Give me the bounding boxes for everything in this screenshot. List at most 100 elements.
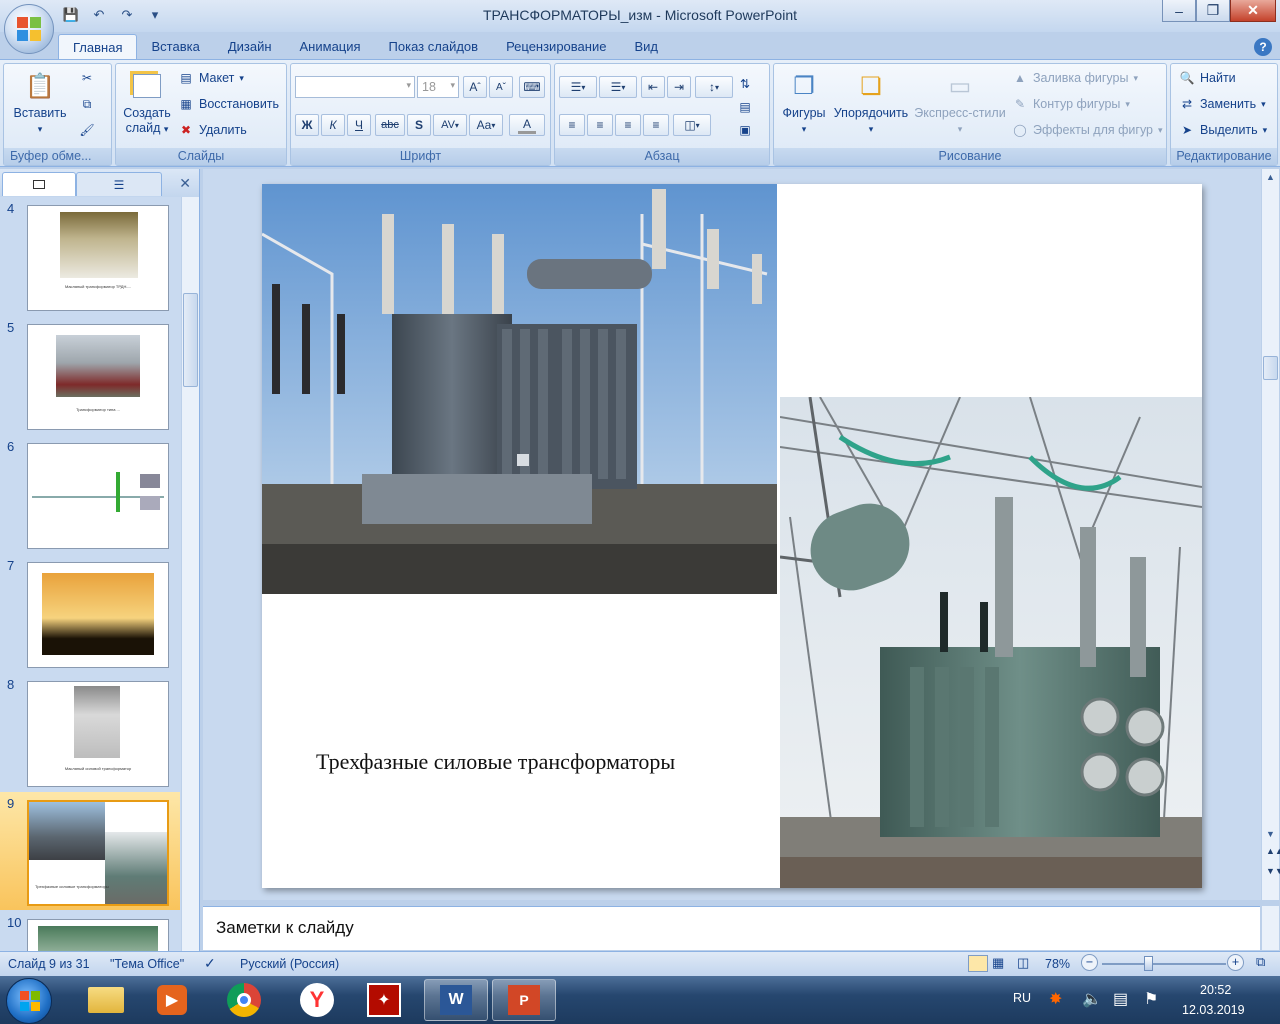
editor-scroll-thumb[interactable] — [1263, 356, 1278, 380]
word-taskbar-button[interactable]: W — [424, 979, 488, 1021]
bold-button[interactable]: Ж — [295, 114, 319, 136]
notes-scrollbar[interactable] — [1261, 906, 1279, 950]
shadow-button[interactable]: S — [407, 114, 431, 136]
prev-slide-icon[interactable]: ▲▲ — [1266, 846, 1280, 856]
close-button[interactable]: ✕ — [1230, 0, 1276, 22]
font-name-select[interactable]: ▾ — [295, 76, 415, 98]
text-direction-button[interactable]: ⇅ — [737, 76, 753, 92]
shape-fill-button[interactable]: ▲ Заливка фигуры ▾ — [1012, 70, 1138, 86]
italic-button[interactable]: К — [321, 114, 345, 136]
format-painter-button[interactable]: 🖌 — [79, 122, 95, 138]
find-button[interactable]: 🔍 Найти — [1179, 70, 1236, 86]
spellcheck-icon[interactable]: ✓ — [204, 955, 216, 972]
strikethrough-button[interactable]: abc — [375, 114, 405, 136]
smartart-button[interactable]: ▣ — [737, 122, 753, 138]
thumbnail-slide-4[interactable]: 4 Масляный трансформатор ТРДН-... — [0, 197, 180, 315]
thumbnail-slide-6[interactable]: 6 — [0, 435, 180, 553]
minimize-button[interactable]: – — [1162, 0, 1196, 22]
zoom-out-icon[interactable]: − — [1081, 954, 1098, 971]
clear-format-button[interactable]: ⌨ — [519, 76, 545, 98]
bullets-button[interactable]: ☰ ▾ — [559, 76, 597, 98]
zoom-level[interactable]: 78% — [1045, 957, 1070, 971]
theme-name[interactable]: "Тема Office" — [110, 957, 184, 971]
tab-slides[interactable] — [2, 172, 76, 196]
clock-time[interactable]: 20:52 — [1200, 983, 1231, 997]
media-player-taskbar-button[interactable]: ▶ — [143, 979, 201, 1021]
line-spacing-button[interactable]: ↕ ▾ — [695, 76, 733, 98]
avast-icon[interactable]: ✸ — [1049, 989, 1062, 1009]
normal-view-icon[interactable] — [968, 955, 988, 972]
tab-design[interactable]: Дизайн — [214, 34, 286, 60]
delete-slide-button[interactable]: ✖ Удалить — [178, 122, 247, 138]
shape-effects-button[interactable]: ◯ Эффекты для фигур ▾ — [1012, 122, 1162, 138]
action-center-flag-icon[interactable]: ⚑ — [1144, 989, 1158, 1009]
align-right-button[interactable]: ≡ — [615, 114, 641, 136]
columns-button[interactable]: ◫ ▾ — [673, 114, 711, 136]
keyboard-language[interactable]: RU — [1013, 991, 1031, 1005]
tab-review[interactable]: Рецензирование — [492, 34, 620, 60]
decrease-indent-button[interactable]: ⇤ — [641, 76, 665, 98]
editor-scrollbar[interactable]: ▲ ▼ ▲▲ ▼▼ — [1261, 169, 1280, 900]
tab-home[interactable]: Главная — [58, 34, 138, 60]
explorer-taskbar-button[interactable] — [77, 979, 135, 1021]
shapes-button[interactable]: ❐ Фигуры ▾ — [778, 70, 830, 137]
new-slide-button[interactable]: Создать слайд ▾ — [119, 70, 175, 137]
thumbnail-slide-10[interactable]: 10 — [0, 911, 180, 951]
change-case-button[interactable]: Aa ▾ — [469, 114, 503, 136]
shrink-font-button[interactable]: Aˇ — [489, 76, 513, 98]
zoom-slider-thumb[interactable] — [1144, 956, 1153, 971]
next-slide-icon[interactable]: ▼▼ — [1266, 866, 1280, 876]
font-color-button[interactable]: A — [509, 114, 545, 136]
zoom-slider[interactable] — [1102, 963, 1226, 965]
char-spacing-button[interactable]: AV ▾ — [433, 114, 467, 136]
shape-outline-button[interactable]: ✎ Контур фигуры ▾ — [1012, 96, 1130, 112]
quick-styles-button[interactable]: ▭ Экспресс-стили ▾ — [912, 70, 1008, 137]
numbering-button[interactable]: ☰ ▾ — [599, 76, 637, 98]
scroll-down-icon[interactable]: ▼ — [1266, 829, 1275, 839]
underline-button[interactable]: Ч — [347, 114, 371, 136]
slideshow-view-icon[interactable]: ◫ — [1017, 955, 1029, 971]
slide-caption[interactable]: Трехфазные силовые трансформаторы — [316, 749, 675, 775]
align-text-button[interactable]: ▤ — [737, 99, 753, 115]
pdf-taskbar-button[interactable]: ✦ — [355, 979, 413, 1021]
volume-icon[interactable]: 🔈 — [1082, 989, 1102, 1009]
yandex-taskbar-button[interactable]: Y — [288, 979, 346, 1021]
thumbnail-slide-7[interactable]: 7 — [0, 554, 180, 672]
tab-insert[interactable]: Вставка — [137, 34, 213, 60]
align-left-button[interactable]: ≡ — [559, 114, 585, 136]
align-center-button[interactable]: ≡ — [587, 114, 613, 136]
office-button[interactable] — [4, 4, 54, 54]
replace-button[interactable]: ⇄ Заменить ▾ — [1179, 96, 1266, 112]
arrange-button[interactable]: ❏ Упорядочить ▾ — [830, 70, 912, 137]
thumbnails-scroll-thumb[interactable] — [183, 293, 198, 387]
paste-button[interactable]: 📋 Вставить ▾ — [10, 70, 70, 137]
zoom-in-icon[interactable]: + — [1227, 954, 1244, 971]
maximize-button[interactable]: ❐ — [1196, 0, 1230, 22]
increase-indent-button[interactable]: ⇥ — [667, 76, 691, 98]
chrome-taskbar-button[interactable] — [215, 979, 273, 1021]
fit-to-window-icon[interactable]: ⧉ — [1256, 954, 1265, 970]
transformer-photo-1[interactable] — [262, 184, 777, 594]
language-indicator[interactable]: Русский (Россия) — [240, 957, 339, 971]
cut-button[interactable]: ✂ — [79, 70, 95, 86]
layout-button[interactable]: ▤ Макет ▾ — [178, 70, 244, 86]
grow-font-button[interactable]: Aˆ — [463, 76, 487, 98]
thumbnail-slide-5[interactable]: 5 Трансформатор типа ... — [0, 316, 180, 434]
thumbnails-scrollbar[interactable] — [181, 197, 199, 951]
tab-outline[interactable]: ☰ — [76, 172, 162, 196]
slide-sorter-icon[interactable]: ▦ — [992, 955, 1004, 971]
copy-button[interactable]: ⧉ — [79, 96, 95, 112]
powerpoint-taskbar-button[interactable]: P — [492, 979, 556, 1021]
thumbnail-slide-9-selected[interactable]: 9 Трехфазные силовые трансформаторы — [0, 792, 180, 910]
network-icon[interactable]: ▤ — [1113, 989, 1128, 1009]
transformer-photo-2[interactable] — [780, 397, 1202, 888]
clock-date[interactable]: 12.03.2019 — [1182, 1003, 1245, 1017]
font-size-select[interactable]: 18 ▾ — [417, 76, 459, 98]
thumbnail-slide-8[interactable]: 8 Масляный силовой трансформатор — [0, 673, 180, 791]
select-button[interactable]: ➤ Выделить ▾ — [1179, 122, 1267, 138]
reset-button[interactable]: ▦ Восстановить — [178, 96, 279, 112]
start-button[interactable] — [6, 978, 52, 1024]
tab-view[interactable]: Вид — [620, 34, 672, 60]
close-panel-icon[interactable]: ✕ — [179, 175, 191, 192]
help-icon[interactable]: ? — [1254, 38, 1272, 56]
